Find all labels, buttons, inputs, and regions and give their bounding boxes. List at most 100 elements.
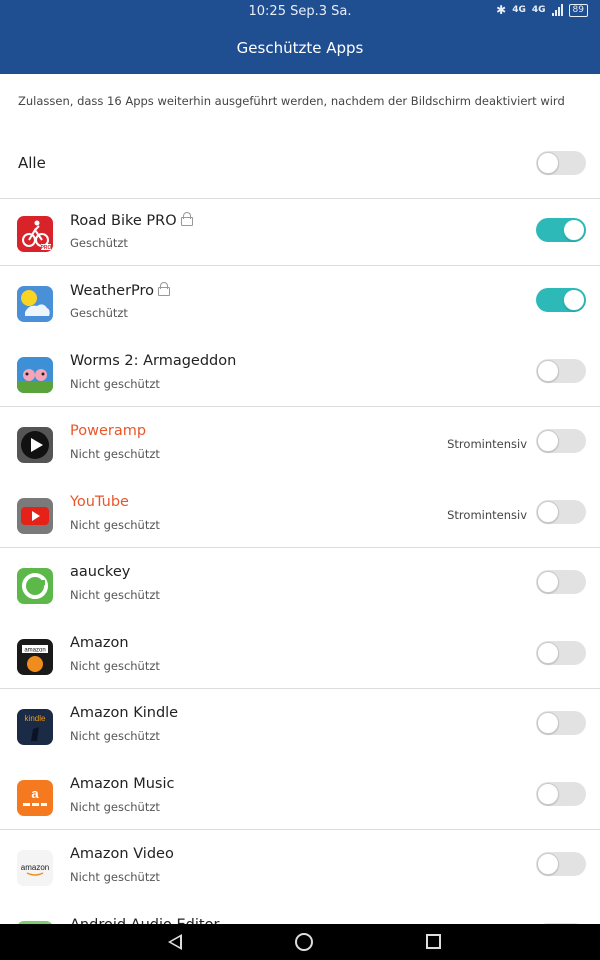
app-name: Worms 2: Armageddon (70, 353, 236, 369)
app-name: aauckey (70, 564, 130, 580)
toggle-knob (537, 152, 559, 174)
app-name: Amazon Kindle (70, 705, 178, 721)
app-name-text: Amazon Kindle (70, 705, 179, 721)
weatherpro-icon (17, 286, 53, 322)
divider (0, 829, 600, 830)
all-toggle[interactable] (536, 151, 586, 175)
app-name-text: WeatherPro (70, 283, 155, 299)
protect-toggle[interactable] (536, 570, 586, 594)
toggle-knob (537, 501, 559, 523)
protect-toggle[interactable] (536, 500, 586, 524)
toggle-knob (537, 853, 559, 875)
power-intensive-label: Stromintensiv (447, 508, 527, 522)
toggle-knob (537, 712, 559, 734)
svg-text:amazon: amazon (24, 648, 45, 654)
divider (0, 265, 600, 266)
app-status: Nicht geschützt (70, 518, 160, 532)
app-name: WeatherPro (70, 282, 171, 299)
toggle-knob (563, 289, 585, 311)
app-name-text: YouTube (70, 494, 129, 510)
protect-toggle[interactable] (536, 782, 586, 806)
app-row[interactable]: aauckey Nicht geschützt (0, 550, 600, 620)
app-name: Road Bike PRO (70, 212, 193, 229)
app-status: Nicht geschützt (70, 870, 160, 884)
divider (0, 198, 600, 199)
recent-apps-icon[interactable] (426, 934, 441, 949)
app-row[interactable]: WeatherPro Geschützt (0, 268, 600, 338)
divider (0, 406, 600, 407)
protect-toggle[interactable] (536, 711, 586, 735)
toggle-knob (537, 571, 559, 593)
app-row[interactable]: YouTube Nicht geschützt Stromintensiv (0, 480, 600, 550)
toggle-knob (537, 642, 559, 664)
road-bike-pro-icon: PRO (17, 216, 53, 252)
lock-icon (180, 212, 193, 226)
home-icon[interactable] (295, 933, 313, 951)
app-name-text: Road Bike PRO (70, 213, 177, 229)
app-name: YouTube (70, 494, 129, 510)
app-name-text: Amazon Music (70, 776, 175, 792)
aauckey-icon (17, 568, 53, 604)
lock-icon (158, 282, 171, 296)
protect-toggle[interactable] (536, 641, 586, 665)
app-status: Geschützt (70, 236, 128, 250)
svg-text:kindle: kindle (25, 714, 46, 723)
all-label: Alle (18, 154, 46, 172)
app-name-text: Amazon (70, 635, 129, 651)
app-row[interactable]: Poweramp Nicht geschützt Stromintensiv (0, 409, 600, 479)
toggle-knob (537, 360, 559, 382)
network-type-2: 4G (531, 5, 546, 15)
navigation-bar (0, 924, 600, 960)
app-name-text: Amazon Video (70, 846, 174, 862)
app-status: Nicht geschützt (70, 729, 160, 743)
app-row[interactable]: PRO Road Bike PRO Geschützt (0, 198, 600, 268)
page-title: Geschützte Apps (0, 24, 600, 74)
app-row[interactable]: amazon Amazon Video Nicht geschützt (0, 832, 600, 902)
protect-toggle[interactable] (536, 359, 586, 383)
amazon-icon: amazon (17, 639, 53, 675)
app-name-text: aauckey (70, 564, 131, 580)
status-icons: ✱ 4G 4G 89 (496, 3, 588, 17)
app-status: Nicht geschützt (70, 659, 160, 673)
app-name: Poweramp (70, 423, 146, 439)
app-status: Nicht geschützt (70, 447, 160, 461)
app-row[interactable]: amazon Amazon Nicht geschützt (0, 621, 600, 691)
app-row[interactable]: Worms 2: Armageddon Nicht geschützt (0, 339, 600, 409)
app-row[interactable]: kindle Amazon Kindle Nicht geschützt (0, 691, 600, 761)
battery-icon: 89 (568, 3, 588, 17)
app-name: Amazon (70, 635, 129, 651)
all-apps-row[interactable]: Alle (0, 128, 600, 198)
divider (0, 547, 600, 548)
amazon-music-icon: a (17, 780, 53, 816)
poweramp-icon (17, 427, 53, 463)
app-row[interactable]: a Amazon Music Nicht geschützt (0, 762, 600, 832)
app-status: Geschützt (70, 306, 128, 320)
divider (0, 688, 600, 689)
power-intensive-label: Stromintensiv (447, 437, 527, 451)
app-name: Amazon Music (70, 776, 174, 792)
svg-text:amazon: amazon (21, 863, 49, 872)
worms-icon (17, 357, 53, 393)
toggle-knob (537, 783, 559, 805)
protect-toggle[interactable] (536, 429, 586, 453)
back-icon[interactable] (168, 934, 182, 950)
amazon-video-icon: amazon (17, 850, 53, 886)
signal-icon (551, 4, 563, 16)
svg-text:PRO: PRO (41, 245, 52, 251)
amazon-kindle-icon: kindle (17, 709, 53, 745)
app-name: Amazon Video (70, 846, 174, 862)
toggle-knob (563, 219, 585, 241)
youtube-icon (17, 498, 53, 534)
app-name-text: Poweramp (70, 423, 147, 439)
status-bar: 10:25 Sep.3 Sa. ✱ 4G 4G 89 (0, 0, 600, 24)
protect-toggle[interactable] (536, 288, 586, 312)
description-text: Zulassen, dass 16 Apps weiterhin ausgefü… (18, 94, 565, 108)
toggle-knob (537, 430, 559, 452)
protect-toggle[interactable] (536, 218, 586, 242)
app-name-text: Worms 2: Armageddon (70, 353, 237, 369)
network-type-1: 4G (512, 5, 526, 15)
protect-toggle[interactable] (536, 852, 586, 876)
app-status: Nicht geschützt (70, 588, 160, 602)
app-status: Nicht geschützt (70, 800, 160, 814)
app-status: Nicht geschützt (70, 377, 160, 391)
